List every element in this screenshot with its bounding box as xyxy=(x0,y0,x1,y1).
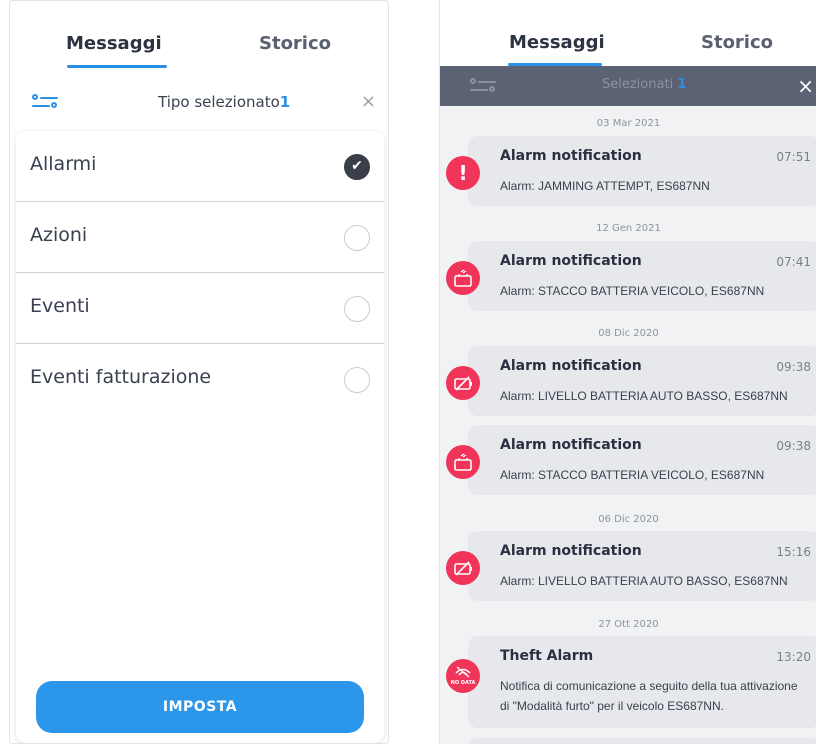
selected-type-label: Tipo selezionato1 xyxy=(158,93,291,111)
notification-title: Alarm notification xyxy=(500,358,642,374)
option-label: Eventi xyxy=(30,295,90,317)
notification-item[interactable]: Alarm notification 07:51 Alarm: JAMMING … xyxy=(468,136,816,206)
notification-time: 13:20 xyxy=(776,650,811,664)
tab-bar: Messaggi Storico xyxy=(10,1,388,68)
imposta-button[interactable]: IMPOSTA xyxy=(36,681,364,733)
date-separator: 06 Dic 2020 xyxy=(598,514,659,525)
option-eventi-fatturazione[interactable]: Eventi fatturazione xyxy=(16,344,384,415)
option-allarmi[interactable]: Allarmi ✔ xyxy=(16,131,384,202)
filter-header: Tipo selezionato1 × xyxy=(10,67,388,131)
selected-count: 1 xyxy=(279,93,291,111)
exclamation-icon: ! xyxy=(446,156,480,190)
battery-disconnect-icon xyxy=(446,445,480,479)
notification-item[interactable]: Alarm notification 15:16 Alarm: LIVELLO … xyxy=(468,531,816,601)
notification-title: Alarm notification xyxy=(500,253,642,269)
notification-body: Alarm: STACCO BATTERIA VEICOLO, ES687NN xyxy=(500,284,765,298)
no-data-label: NO DATA xyxy=(450,680,476,686)
notification-time: 09:38 xyxy=(776,439,811,453)
radio-icon[interactable] xyxy=(344,296,370,322)
filter-screen: Messaggi Storico Tipo selezionato1 × All… xyxy=(9,0,389,744)
option-label: Allarmi xyxy=(30,153,97,175)
option-label: Azioni xyxy=(30,224,88,246)
tab-storico[interactable]: Storico xyxy=(701,32,773,53)
date-separator: 12 Gen 2021 xyxy=(596,223,661,234)
notification-item[interactable]: Alarm notification 09:38 Alarm: LIVELLO … xyxy=(468,346,816,416)
option-azioni[interactable]: Azioni xyxy=(16,202,384,273)
messages-screen: Messaggi Storico Selezionati 1 × 03 Mar … xyxy=(439,0,816,744)
filter-sliders-icon[interactable] xyxy=(32,94,62,110)
notification-list[interactable]: 03 Mar 2021 Alarm notification 07:51 Ala… xyxy=(440,106,816,744)
notification-item[interactable]: Alarm notification 07:41 Alarm: STACCO B… xyxy=(468,241,816,311)
battery-low-icon xyxy=(446,551,480,585)
notification-body: Alarm: LIVELLO BATTERIA AUTO BASSO, ES68… xyxy=(500,389,788,403)
notification-time: 07:51 xyxy=(776,150,811,164)
notification-title: Theft Alarm xyxy=(500,648,594,664)
tab-bar: Messaggi Storico xyxy=(440,0,816,66)
tab-storico[interactable]: Storico xyxy=(259,33,331,54)
notification-title: Alarm notification xyxy=(500,543,642,559)
radio-icon[interactable] xyxy=(344,225,370,251)
date-separator: 03 Mar 2021 xyxy=(596,118,661,129)
radio-icon[interactable] xyxy=(344,367,370,393)
notification-item-partial[interactable] xyxy=(468,738,816,744)
selection-bar: Selezionati 1 × xyxy=(440,66,816,106)
selected-count: 1 xyxy=(677,77,687,92)
tab-messaggi[interactable]: Messaggi xyxy=(66,33,162,54)
selected-label: Selezionati 1 xyxy=(602,77,687,92)
tab-messaggi[interactable]: Messaggi xyxy=(509,32,605,53)
notification-title: Alarm notification xyxy=(500,437,642,453)
battery-disconnect-icon xyxy=(446,261,480,295)
date-separator: 08 Dic 2020 xyxy=(598,328,659,339)
filter-options-card: Allarmi ✔ Azioni Eventi Eventi fatturazi… xyxy=(16,131,384,743)
notification-time: 09:38 xyxy=(776,360,811,374)
option-label: Eventi fatturazione xyxy=(30,366,212,388)
notification-time: 07:41 xyxy=(776,255,811,269)
notification-item[interactable]: Theft Alarm 13:20 Notifica di comunicazi… xyxy=(468,636,816,728)
notification-body: Alarm: LIVELLO BATTERIA AUTO BASSO, ES68… xyxy=(500,574,788,588)
close-icon[interactable]: × xyxy=(361,91,376,112)
battery-low-icon xyxy=(446,366,480,400)
filter-sliders-icon[interactable] xyxy=(470,78,500,94)
notification-title: Alarm notification xyxy=(500,148,642,164)
option-eventi[interactable]: Eventi xyxy=(16,273,384,344)
no-data-icon: NO DATA xyxy=(446,659,480,693)
notification-body: Notifica di comunicazione a seguito dell… xyxy=(500,679,798,713)
notification-body: Alarm: JAMMING ATTEMPT, ES687NN xyxy=(500,179,710,193)
checked-radio-icon[interactable]: ✔ xyxy=(344,154,370,180)
close-icon[interactable]: × xyxy=(797,74,814,98)
notification-item[interactable]: Alarm notification 09:38 Alarm: STACCO B… xyxy=(468,425,816,495)
date-separator: 27 Ott 2020 xyxy=(598,619,659,630)
notification-body: Alarm: STACCO BATTERIA VEICOLO, ES687NN xyxy=(500,468,765,482)
notification-time: 15:16 xyxy=(776,545,811,559)
